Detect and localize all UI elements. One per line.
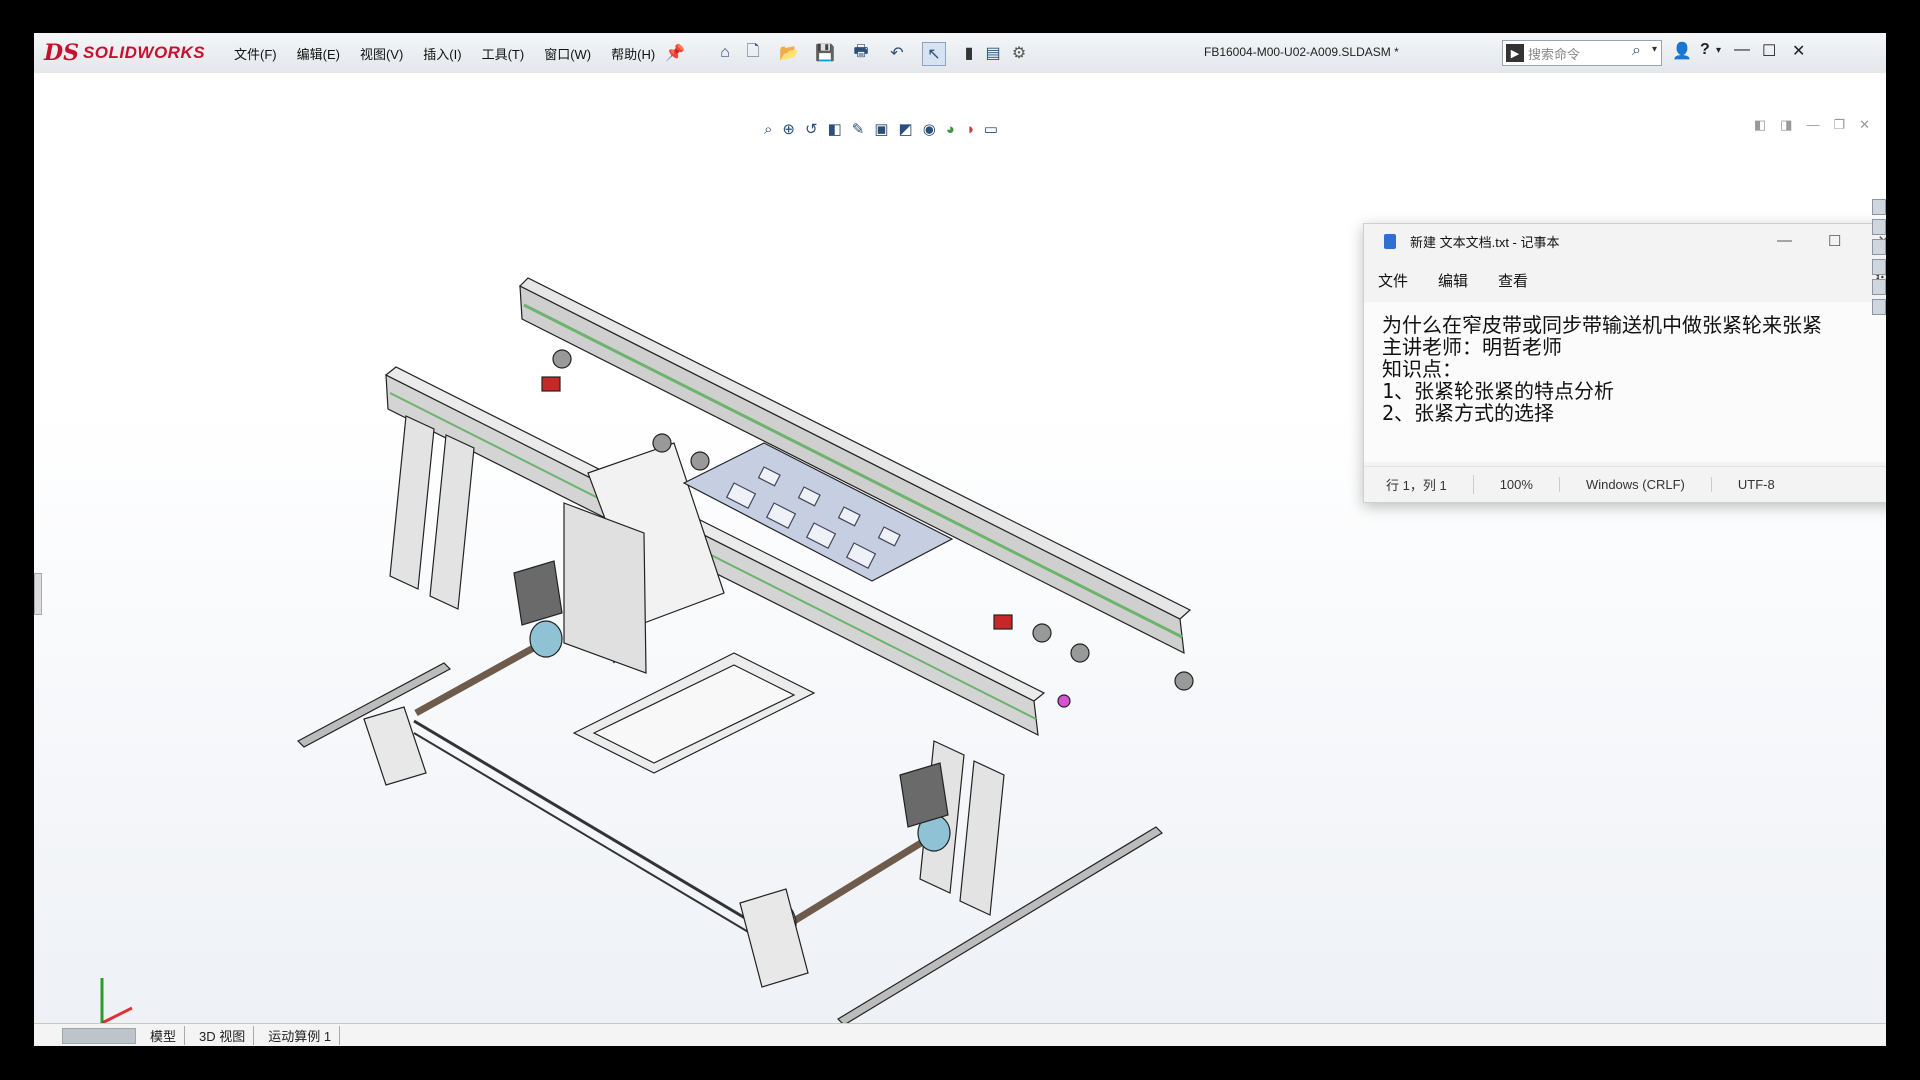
task-pane-home-icon[interactable] <box>1872 199 1886 215</box>
notepad-menu-edit[interactable]: 编辑 <box>1438 270 1468 291</box>
notepad-menu-view[interactable]: 查看 <box>1498 270 1528 291</box>
maximize-icon[interactable]: ☐ <box>1762 41 1776 61</box>
tab-model[interactable]: 模型 <box>142 1026 186 1045</box>
graphics-area[interactable]: ⌕ ⊕ ↺ ◧ ✎ ▣ ◩ ◉ ◕ ◑ ▭ ◧ ◨ — ❐ ✕ 新建 文本文档.… <box>34 73 1886 1038</box>
text-line: 为什么在窄皮带或同步带输送机中做张紧轮来张紧 <box>1382 313 1822 337</box>
menu-help[interactable]: 帮助(H) <box>611 44 655 63</box>
minimize-icon[interactable]: — <box>1734 41 1750 59</box>
conveyor-assembly <box>297 277 1194 1023</box>
user-icon[interactable]: 👤 <box>1672 41 1692 61</box>
title-bar: DS SOLIDWORKS 文件(F) 编辑(E) 视图(V) 插入(I) 工具… <box>34 33 1886 74</box>
task-pane-palette-icon[interactable] <box>1872 259 1886 275</box>
search-commands-box[interactable]: ▶ 搜索命令 ⌕ ▾ <box>1502 40 1662 66</box>
menu-view[interactable]: 视图(V) <box>360 44 403 63</box>
notepad-maximize-icon[interactable]: ☐ <box>1828 232 1841 250</box>
notepad-title: 新建 文本文档.txt - 记事本 <box>1410 234 1560 250</box>
open-icon[interactable]: 📂 <box>778 42 800 64</box>
options-gear-icon[interactable]: ⚙ <box>1008 42 1030 64</box>
notepad-menu-bar: 文件 编辑 查看 <box>1378 270 1528 291</box>
menu-tools[interactable]: 工具(T) <box>482 44 525 63</box>
solidworks-window: DS SOLIDWORKS 文件(F) 编辑(E) 视图(V) 插入(I) 工具… <box>34 33 1886 1046</box>
task-pane-strip <box>1872 195 1886 395</box>
encoding: UTF-8 <box>1737 476 1775 492</box>
tab-3d-views[interactable]: 3D 视图 <box>191 1026 255 1045</box>
zoom-level: 100% <box>1474 476 1560 492</box>
help-dropdown-icon[interactable]: ▾ <box>1716 45 1721 56</box>
home-icon[interactable]: ⌂ <box>714 42 736 64</box>
cursor-position: 行 1，列 1 <box>1364 474 1474 494</box>
logo-ds-mark: DS <box>44 40 79 66</box>
text-line: 主讲老师：明哲老师 <box>1382 335 1562 359</box>
task-pane-properties-icon[interactable] <box>1872 299 1886 315</box>
text-line: 知识点： <box>1382 357 1462 381</box>
notepad-window[interactable]: 新建 文本文档.txt - 记事本 — ☐ ✕ 文件 编辑 查看 ⚙ 为什么在窄… <box>1363 223 1886 503</box>
text-line: 2、张紧方式的选择 <box>1382 401 1555 425</box>
line-ending: Windows (CRLF) <box>1560 476 1712 492</box>
select-icon[interactable]: ↖ <box>922 42 946 66</box>
notepad-app-icon <box>1384 233 1396 249</box>
bottom-tab-bar: 模型 3D 视图 运动算例 1 <box>34 1023 1886 1046</box>
new-file-icon[interactable]: 🗋 <box>742 42 764 64</box>
notepad-title-bar: 新建 文本文档.txt - 记事本 — ☐ ✕ <box>1364 224 1886 258</box>
menu-file[interactable]: 文件(F) <box>234 44 277 63</box>
file-properties-icon[interactable]: ▤ <box>982 42 1004 64</box>
logo-text: SOLIDWORKS <box>82 43 206 62</box>
assembly-model-view[interactable] <box>34 73 1886 1023</box>
help-icon[interactable]: ? <box>1700 41 1710 59</box>
notepad-status-bar: 行 1，列 1 100% Windows (CRLF) UTF-8 <box>1364 466 1886 501</box>
menu-edit[interactable]: 编辑(E) <box>297 44 340 63</box>
notepad-minimize-icon[interactable]: — <box>1777 232 1792 250</box>
tab-scroll-buttons[interactable] <box>62 1027 136 1044</box>
menu-bar: 文件(F) 编辑(E) 视图(V) 插入(I) 工具(T) 窗口(W) 帮助(H… <box>234 33 655 73</box>
document-title: FB16004-M00-U02-A009.SLDASM * <box>1204 45 1399 59</box>
search-icon[interactable]: ⌕ <box>1632 42 1641 60</box>
close-icon[interactable]: ✕ <box>1792 41 1805 61</box>
menu-insert[interactable]: 插入(I) <box>423 44 461 63</box>
screen: DS SOLIDWORKS 文件(F) 编辑(E) 视图(V) 插入(I) 工具… <box>0 0 1920 1080</box>
command-icon: ▶ <box>1506 44 1524 62</box>
notepad-menu-file[interactable]: 文件 <box>1378 270 1408 291</box>
menu-window[interactable]: 窗口(W) <box>544 44 591 63</box>
pin-menu-icon[interactable]: 📌 <box>664 42 686 64</box>
notepad-window-controls: — ☐ ✕ <box>1777 232 1886 250</box>
undo-icon[interactable]: ↶ <box>886 42 908 64</box>
notepad-text-area[interactable]: 为什么在窄皮带或同步带输送机中做张紧轮来张紧 主讲老师：明哲老师 知识点： 1、… <box>1364 302 1886 462</box>
chevron-down-icon[interactable]: ▾ <box>1652 44 1657 55</box>
traffic-light-icon[interactable]: ▮ <box>958 42 980 64</box>
text-line: 1、张紧轮张紧的特点分析 <box>1382 379 1615 403</box>
task-pane-appearance-icon[interactable] <box>1872 279 1886 295</box>
task-pane-explorer-icon[interactable] <box>1872 239 1886 255</box>
print-icon[interactable]: 🖶 <box>850 42 872 64</box>
search-placeholder: 搜索命令 <box>1528 46 1581 62</box>
solidworks-logo[interactable]: DS SOLIDWORKS <box>44 37 205 69</box>
task-pane-library-icon[interactable] <box>1872 219 1886 235</box>
tab-motion-study[interactable]: 运动算例 1 <box>260 1026 341 1045</box>
save-icon[interactable]: 💾 <box>814 42 836 64</box>
